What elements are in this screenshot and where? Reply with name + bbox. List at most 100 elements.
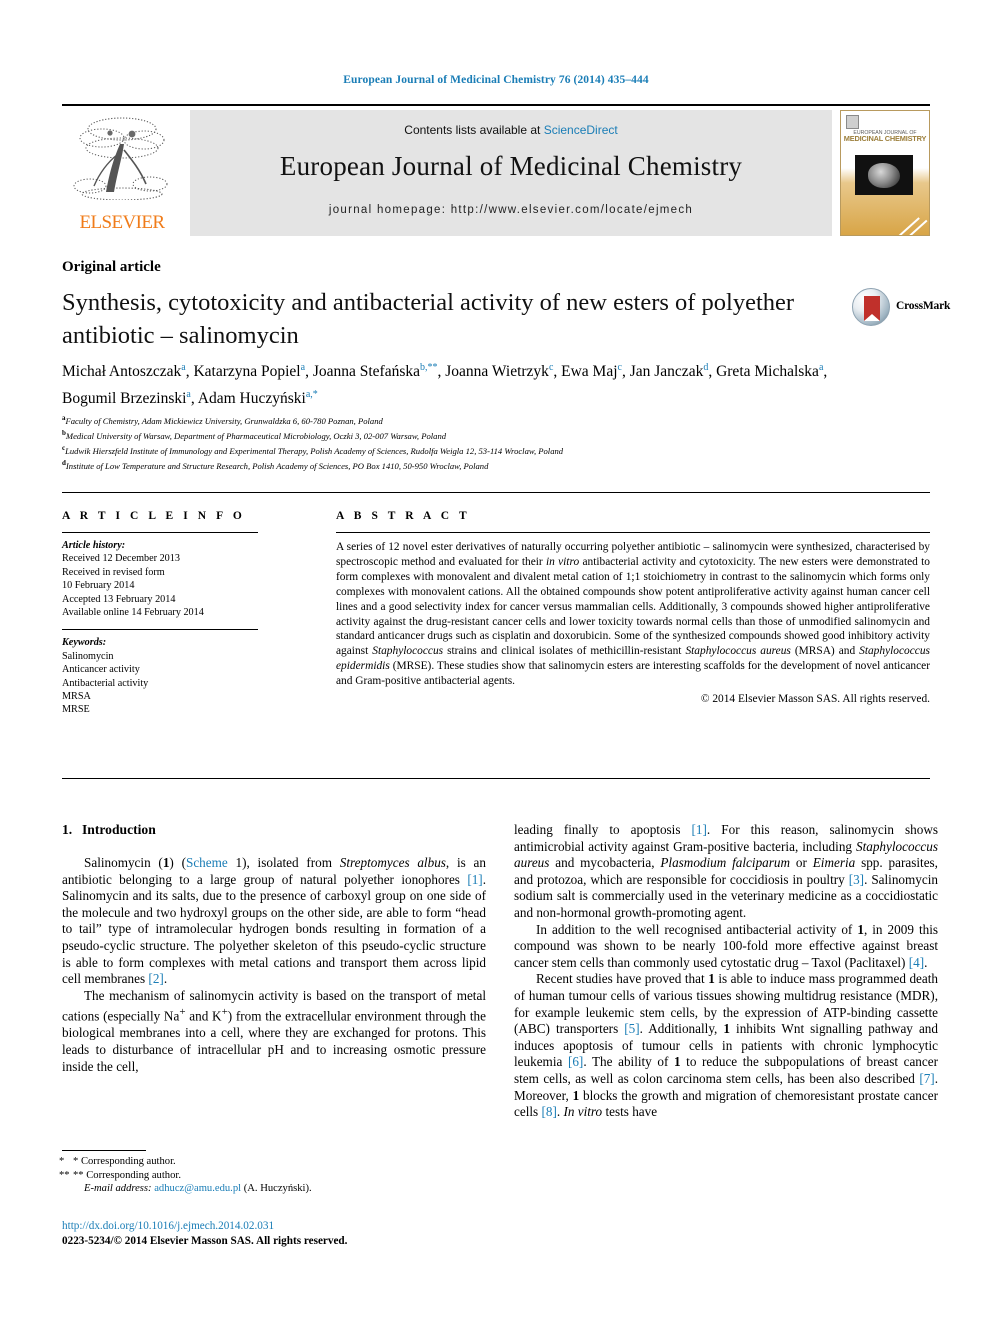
author-affiliation-marker[interactable]: a	[181, 362, 185, 373]
abstract-copyright: © 2014 Elsevier Masson SAS. All rights r…	[700, 693, 930, 706]
journal-title: European Journal of Medicinal Chemistry	[279, 151, 743, 181]
author-affiliation-marker[interactable]: a	[186, 389, 190, 400]
affiliation-line: dInstitute of Low Temperature and Struct…	[62, 459, 489, 472]
article-history-block: Article history: Received 12 December 20…	[62, 539, 258, 619]
article-history-line: 10 February 2014	[62, 580, 135, 592]
author-name: Joanna Wietrzyk	[445, 363, 549, 381]
keyword-item[interactable]: MRSA	[62, 690, 258, 703]
keywords-lines: Salinomycin Anticancer activity Antibacter…	[62, 650, 258, 717]
citation-2-link[interactable]: [2]	[148, 971, 163, 986]
citation-5-link[interactable]: [5]	[624, 1021, 639, 1036]
divider-above-abstract	[62, 492, 930, 493]
author-name: Ewa Maj	[561, 363, 618, 381]
citation-1-link[interactable]: [1]	[467, 872, 482, 887]
author-name: Adam Huczyński	[197, 390, 306, 408]
crossmark-label: CrossMark	[896, 300, 951, 312]
scheme-1-link[interactable]: Scheme	[186, 855, 228, 870]
affiliation-line: cLudwik Hierszfeld Institute of Immunolo…	[62, 444, 564, 457]
article-history-line: Accepted 13 February 2014	[62, 593, 176, 605]
page-title: Synthesis, cytotoxicity and antibacteria…	[62, 289, 795, 349]
article-info-rule	[62, 532, 258, 533]
keywords-rule	[62, 629, 258, 631]
crossmark-logo[interactable]: CrossMark	[852, 286, 950, 330]
intro-paragraph-3: leading finally to apoptosis [1]. For th…	[514, 822, 938, 920]
doi-link[interactable]: http://dx.doi.org/10.1016/j.ejmech.2014.…	[62, 1219, 562, 1234]
abstract-text: A series of 12 novel ester derivatives o…	[336, 541, 930, 688]
author-affiliation-marker[interactable]: a,*	[306, 389, 318, 400]
abstract-column: A B S T R A C T A series of 12 novel est…	[336, 510, 930, 705]
author-name: Joanna Stefańska	[312, 363, 420, 381]
journal-masthead: ELSEVIER Contents lists available at Sci…	[62, 104, 930, 236]
citation-1b-link[interactable]: [1]	[692, 822, 707, 837]
contents-prefix: Contents lists available at	[404, 123, 544, 137]
keyword-item[interactable]: MRSE	[62, 703, 258, 716]
keyword-item[interactable]: Salinomycin	[62, 650, 258, 663]
intro-paragraph-2: The mechanism of salinomycin activity is…	[62, 987, 486, 1074]
author-affiliation-marker[interactable]: d	[703, 362, 708, 373]
divider-below-abstract	[62, 778, 930, 779]
citation-8-link[interactable]: [8]	[541, 1104, 556, 1119]
citation-6-link[interactable]: [6]	[568, 1054, 583, 1069]
footnote-marker-doublestar: **	[59, 1169, 70, 1181]
section-heading-introduction: 1. Introduction	[62, 822, 486, 838]
keywords-block: Keywords: Salinomycin Anticancer activity…	[62, 636, 258, 716]
journal-homepage-link[interactable]: journal homepage: http://www.elsevier.co…	[190, 182, 832, 216]
affiliation-marker: b	[62, 429, 66, 438]
citation-7-link[interactable]: [7]	[919, 1071, 934, 1086]
affiliation-marker: c	[62, 444, 66, 453]
cover-artwork	[855, 155, 913, 195]
footer-doi-block: http://dx.doi.org/10.1016/j.ejmech.2014.…	[62, 1219, 562, 1249]
section-number: 1.	[62, 822, 73, 837]
email-link[interactable]: adhucz@amu.edu.pl	[154, 1183, 241, 1194]
journal-article-page: European Journal of Medicinal Chemistry …	[0, 0, 992, 1323]
article-info-column: A R T I C L E I N F O Article history: R…	[62, 510, 258, 717]
email-owner: (A. Huczyński).	[243, 1183, 312, 1195]
abstract-rule	[336, 532, 930, 533]
cover-diagonal-lines	[896, 217, 920, 235]
keyword-item[interactable]: Anticancer activity	[62, 663, 258, 676]
affiliation-marker: a	[62, 414, 66, 422]
footnote-text-1: * Corresponding author.	[73, 1156, 176, 1167]
article-history-lines: Received 12 December 2013 Received in rev…	[62, 552, 258, 619]
citation-3-link[interactable]: [3]	[849, 872, 864, 887]
body-column-right: leading finally to apoptosis [1]. For th…	[514, 822, 938, 1121]
footnote-rule	[62, 1150, 146, 1151]
cover-title-main: MEDICINAL CHEMISTRY	[843, 134, 927, 144]
cover-corner-box	[846, 115, 859, 129]
elsevier-wordmark: ELSEVIER	[79, 212, 166, 233]
issn-copyright-line: 0223-5234/© 2014 Elsevier Masson SAS. Al…	[62, 1235, 348, 1247]
section-title: Introduction	[82, 822, 156, 837]
cover-title: EUROPEAN JOURNAL OF MEDICINAL CHEMISTRY	[841, 130, 929, 144]
article-history-line: Available online 14 February 2014	[62, 607, 204, 619]
author-affiliation-marker[interactable]: c	[549, 362, 553, 373]
article-type: Original article	[62, 259, 161, 275]
footnote-marker-star: *	[59, 1156, 65, 1167]
footnote-corresponding-author-2: ** ** Corresponding author.	[59, 1169, 486, 1183]
intro-paragraph-4: In addition to the well recognised antib…	[514, 921, 938, 970]
running-head: European Journal of Medicinal Chemistry …	[343, 74, 649, 86]
body-column-left: 1. Introduction Salinomycin (1) (Scheme 1…	[62, 822, 486, 1075]
crossmark-badge-icon	[852, 288, 890, 326]
keywords-label: Keywords:	[62, 637, 107, 649]
intro-paragraph-1: Salinomycin (1) (Scheme 1), isolated fro…	[62, 855, 486, 987]
citation-4-link[interactable]: [4]	[909, 955, 924, 970]
contents-available-line: Contents lists available at ScienceDirec…	[190, 110, 832, 137]
journal-band: Contents lists available at ScienceDirec…	[190, 110, 832, 236]
sciencedirect-link[interactable]: ScienceDirect	[544, 123, 618, 137]
author-affiliation-marker[interactable]: a	[819, 362, 823, 373]
author-affiliation-marker[interactable]: b,**	[420, 362, 438, 373]
cover-molecule-blob	[868, 163, 900, 188]
email-label: E-mail address:	[84, 1183, 152, 1195]
journal-cover-thumbnail[interactable]: EUROPEAN JOURNAL OF MEDICINAL CHEMISTRY	[840, 110, 930, 236]
affiliation-list: aFaculty of Chemistry, Adam Mickiewicz U…	[62, 412, 882, 473]
intro-paragraph-5: Recent studies have proved that 1 is abl…	[514, 971, 939, 1120]
keyword-item[interactable]: Antibacterial activity	[62, 677, 258, 690]
footnote-text-2: ** Corresponding author.	[73, 1169, 181, 1181]
article-history-line: Received 12 December 2013	[62, 553, 180, 565]
author-affiliation-marker[interactable]: c	[618, 362, 622, 373]
footnote-corresponding-author-1: * * Corresponding author.	[59, 1155, 486, 1169]
author-affiliation-marker[interactable]: a	[301, 362, 305, 373]
affiliation-line: bMedical University of Warsaw, Departmen…	[62, 429, 447, 442]
author-name: Michał Antoszczak	[62, 363, 182, 381]
elsevier-logo: ELSEVIER	[62, 110, 184, 236]
